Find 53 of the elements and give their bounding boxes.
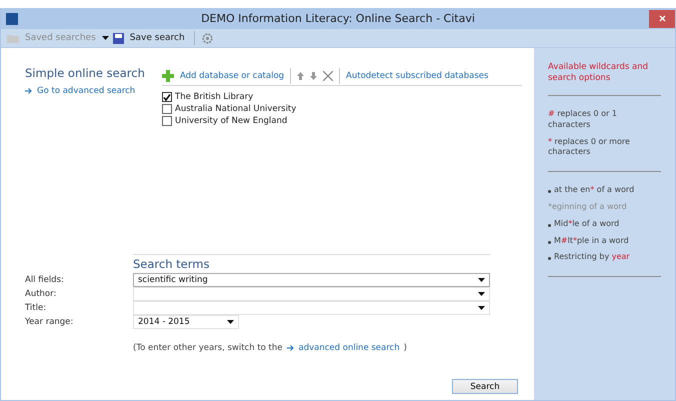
plus-icon (162, 70, 174, 82)
arrow-icon (286, 345, 294, 351)
dropdown-caret-icon (102, 36, 109, 40)
close-icon (658, 15, 666, 22)
move-up-icon[interactable] (297, 72, 304, 80)
bullet-icon (548, 224, 551, 227)
note-text: (To enter other years, switch to the (133, 343, 283, 353)
wildcard-hint: Restricting by year (554, 252, 630, 264)
field-label: Author: (25, 288, 58, 301)
database-name: Australia National University (175, 104, 296, 114)
bullet-icon (548, 240, 551, 244)
bullet-icon (548, 190, 551, 194)
section-heading: Simple online search (25, 66, 146, 80)
advanced-search-link[interactable]: Go to advanced search (25, 86, 162, 96)
search-button[interactable]: Search (452, 379, 518, 394)
database-name: The British Library (175, 92, 254, 102)
folder-icon (7, 33, 19, 43)
database-name: University of New England (175, 116, 288, 126)
field-label: Title: (25, 302, 48, 315)
field-label: All fields: (25, 274, 65, 287)
add-database-link[interactable]: Add database or catalog (180, 70, 284, 80)
dropdown-caret-icon (478, 278, 485, 282)
wildcard-hint: * replaces 0 or more characters (548, 136, 631, 158)
bullet-icon (548, 257, 551, 260)
save-search-button[interactable]: Save search (128, 33, 187, 43)
checkbox[interactable] (162, 116, 172, 126)
search-field[interactable] (133, 287, 490, 301)
wildcard-hint: Mid*le of a word (554, 218, 620, 230)
field-label: Year range: (25, 316, 74, 329)
help-title: Available wildcards and search options (548, 62, 649, 85)
arrow-icon (25, 88, 32, 94)
dropdown-caret-icon (478, 306, 485, 310)
note-text: ) (404, 343, 407, 353)
remove-icon[interactable] (323, 70, 334, 80)
search-field[interactable]: scientific writing (133, 273, 490, 287)
wildcard-hint: # replaces 0 or 1 characters (548, 108, 618, 131)
move-down-icon[interactable] (310, 72, 318, 80)
wildcard-hint: at the en* of a word (554, 185, 634, 196)
app-logo-icon (6, 12, 18, 24)
wildcard-hint: *eginning of a word (548, 202, 627, 213)
gear-icon[interactable] (202, 32, 213, 44)
search-field[interactable] (133, 301, 490, 315)
wildcard-hint: M#lt*ple in a word (554, 236, 629, 246)
checkbox[interactable] (162, 92, 172, 102)
dropdown-caret-icon (478, 292, 485, 296)
search-terms-heading: Search terms (133, 254, 490, 271)
dropdown-caret-icon (227, 320, 234, 324)
advanced-online-search-link[interactable]: advanced online search (286, 343, 400, 353)
year-range-dropdown[interactable]: 2014 - 2015 (133, 315, 239, 329)
window-title: DEMO Information Literacy: Online Search - Citavi (200, 12, 476, 25)
autodetect-databases-link[interactable]: Autodetect subscribed databases (346, 70, 488, 80)
close-button[interactable] (649, 10, 675, 28)
checkbox[interactable] (162, 104, 172, 114)
